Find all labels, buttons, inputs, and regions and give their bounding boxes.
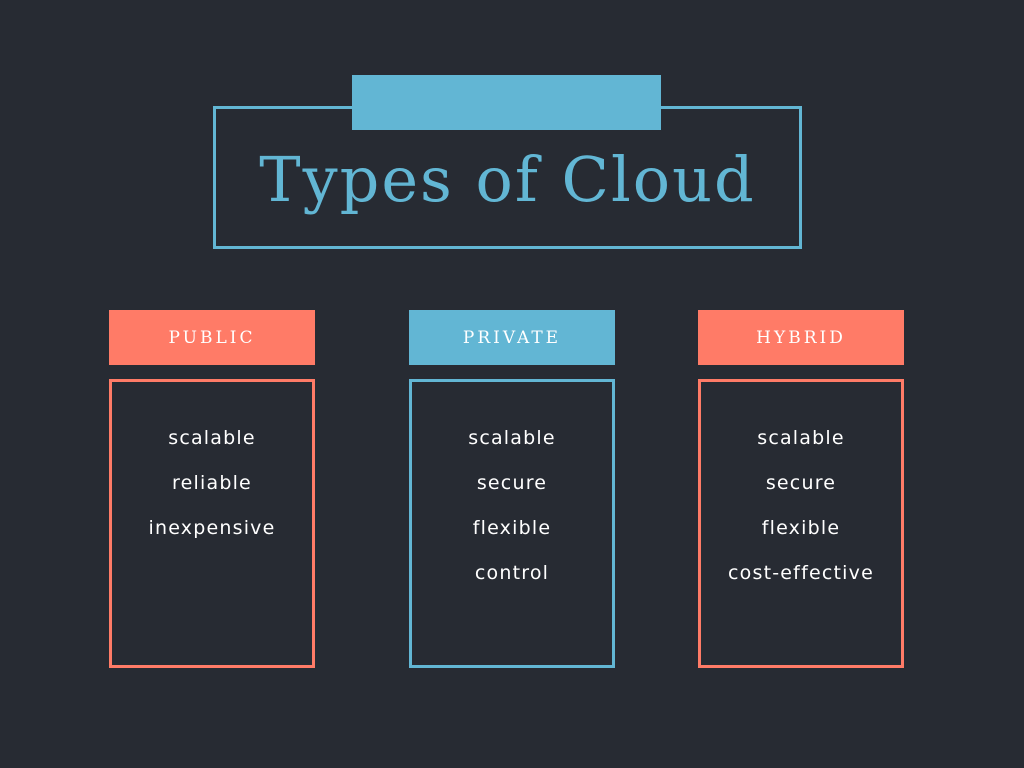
column-header-private: PRIVATE	[409, 310, 615, 365]
column-box-public: scalable reliable inexpensive	[109, 379, 315, 668]
list-item: cost-effective	[728, 562, 874, 584]
list-item: secure	[476, 472, 548, 494]
list-item: flexible	[472, 517, 552, 539]
page-title: Types of Cloud	[259, 143, 756, 216]
column-box-private: scalable secure flexible control	[409, 379, 615, 668]
list-item: inexpensive	[148, 517, 276, 539]
feature-list-hybrid: scalable secure flexible cost-effective	[701, 422, 901, 602]
column-header-hybrid: HYBRID	[698, 310, 904, 365]
list-item: secure	[765, 472, 837, 494]
list-item: reliable	[172, 472, 252, 494]
title-tab-decoration	[352, 75, 661, 130]
list-item: scalable	[757, 427, 845, 449]
list-item: scalable	[168, 427, 256, 449]
list-item: scalable	[468, 427, 556, 449]
list-item: flexible	[761, 517, 841, 539]
feature-list-public: scalable reliable inexpensive	[112, 422, 312, 557]
list-item: control	[474, 562, 550, 584]
column-box-hybrid: scalable secure flexible cost-effective	[698, 379, 904, 668]
column-header-public: PUBLIC	[109, 310, 315, 365]
feature-list-private: scalable secure flexible control	[412, 422, 612, 602]
column-header-label: PUBLIC	[168, 327, 256, 348]
column-header-label: HYBRID	[756, 327, 846, 348]
column-header-label: PRIVATE	[462, 327, 562, 348]
